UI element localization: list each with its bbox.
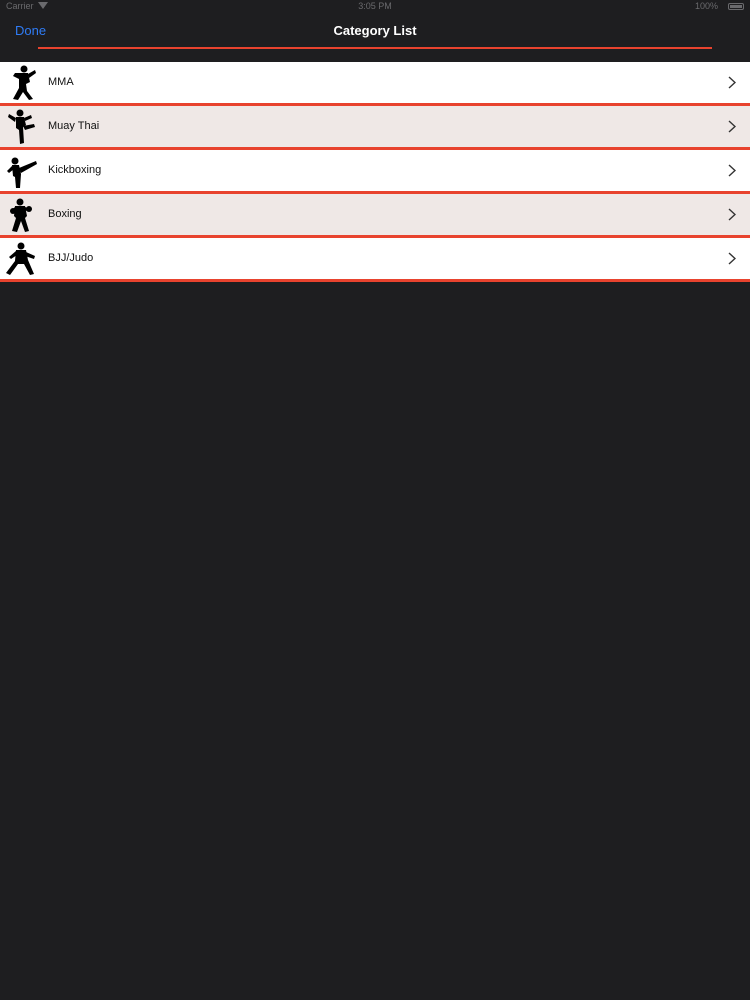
category-row-boxing[interactable]: Boxing (0, 194, 750, 238)
category-label: MMA (48, 76, 74, 88)
category-label: Muay Thai (48, 120, 100, 132)
category-row-mma[interactable]: MMA (0, 62, 750, 106)
category-list: MMA Muay Thai Kickboxing Boxing BJJ/Judo (0, 62, 750, 282)
muay-thai-fighter-icon (8, 109, 35, 144)
chevron-right-icon (728, 208, 736, 221)
chevron-right-icon (728, 252, 736, 265)
mma-fighter-icon (13, 65, 36, 100)
page-title: Category List (333, 23, 417, 38)
category-row-muay-thai[interactable]: Muay Thai (0, 106, 750, 150)
title-underline (38, 47, 712, 49)
chevron-right-icon (728, 120, 736, 133)
kickboxing-fighter-icon (7, 157, 37, 188)
battery-percent: 100% (694, 1, 718, 11)
battery-icon (728, 3, 744, 10)
boxer-icon (10, 198, 32, 232)
status-time: 3:05 PM (358, 1, 392, 11)
navigation-bar: Done Category List (0, 14, 750, 62)
category-label: Boxing (48, 208, 82, 220)
chevron-right-icon (728, 76, 736, 89)
category-label: Kickboxing (48, 164, 102, 176)
bjj-judo-fighter-icon (6, 242, 35, 275)
chevron-right-icon (728, 164, 736, 177)
category-row-bjj-judo[interactable]: BJJ/Judo (0, 238, 750, 282)
category-label: BJJ/Judo (48, 252, 94, 264)
category-row-kickboxing[interactable]: Kickboxing (0, 150, 750, 194)
status-bar: Carrier 3:05 PM 100% (0, 0, 750, 14)
